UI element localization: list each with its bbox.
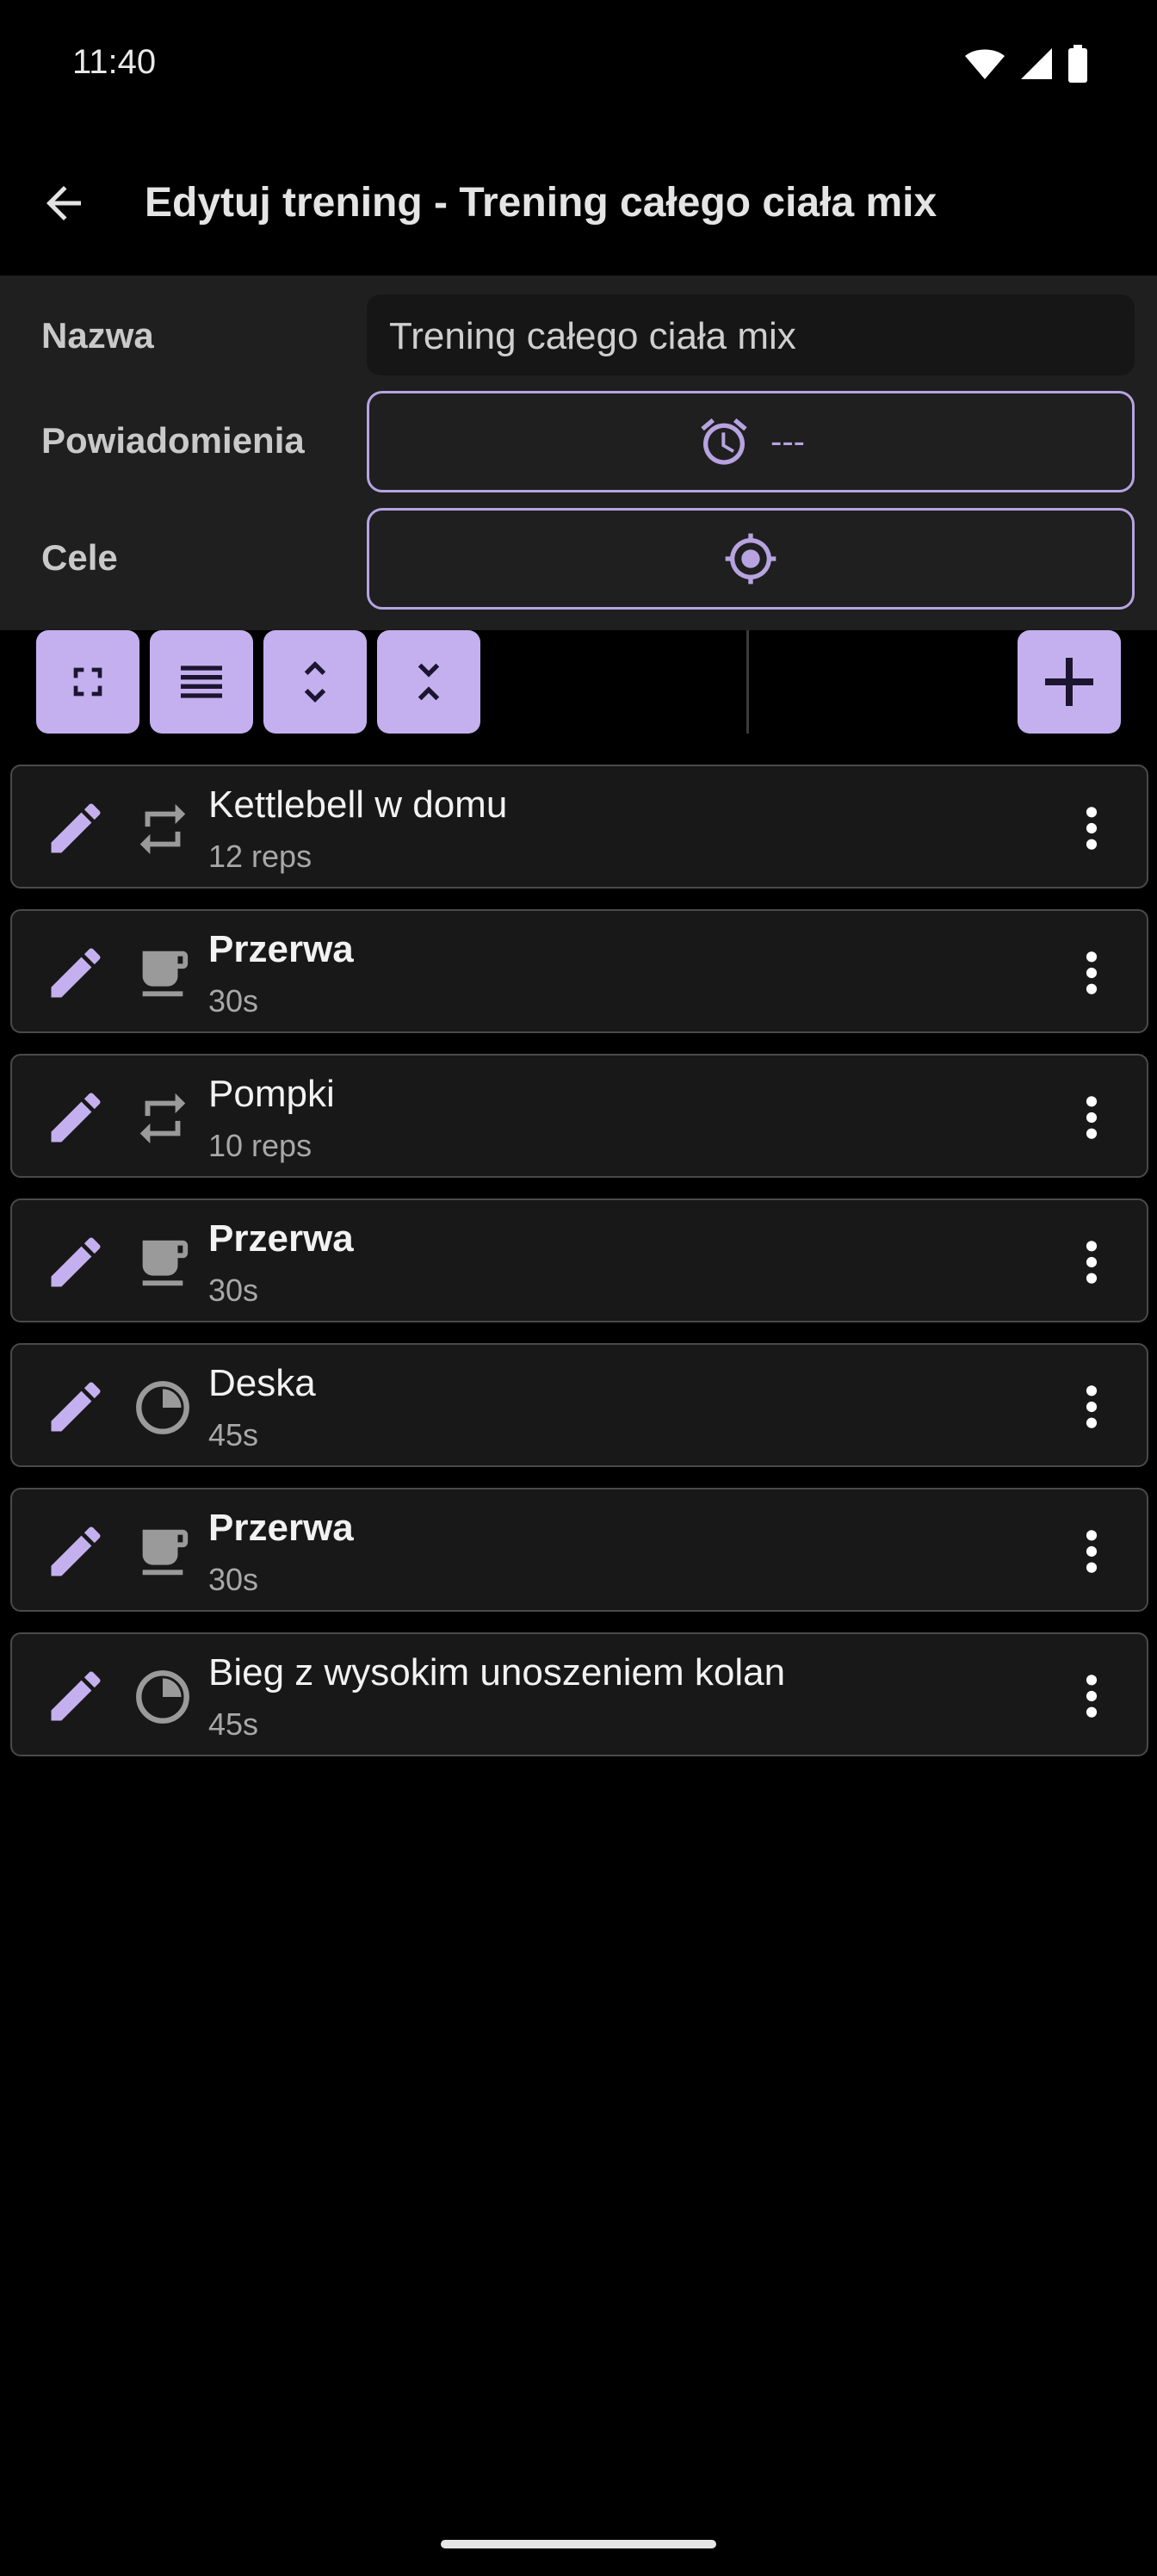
expand-icon xyxy=(304,661,326,703)
exercise-list: Kettlebell w domu 12 reps Przerwa 30s Po… xyxy=(10,765,1148,1777)
more-vert-icon xyxy=(1086,1241,1098,1284)
more-vert-icon xyxy=(1086,1385,1098,1428)
notifications-value: --- xyxy=(770,422,805,461)
exercise-detail: 30s xyxy=(208,983,259,1019)
exercise-detail: 45s xyxy=(208,1417,259,1452)
more-options-button[interactable] xyxy=(1066,1379,1117,1434)
name-field[interactable]: Trening całego ciała mix xyxy=(367,294,1135,375)
coffee-cup-icon xyxy=(142,1240,189,1286)
app-bar: Edytuj trening - Trening całego ciała mi… xyxy=(0,129,1157,276)
signal-icon xyxy=(1021,48,1052,79)
exercise-detail: 30s xyxy=(208,1273,259,1308)
fullscreen-button[interactable] xyxy=(36,630,139,734)
status-icons xyxy=(964,45,1088,83)
more-vert-icon xyxy=(1086,1530,1098,1573)
exercise-name: Bieg z wysokim unoszeniem kolan xyxy=(208,1651,786,1694)
goals-label: Cele xyxy=(41,537,118,578)
collapse-icon xyxy=(418,663,440,701)
exercise-name: Kettlebell w domu xyxy=(208,783,508,826)
list-item[interactable]: Deska 45s xyxy=(10,1343,1148,1467)
add-exercise-button[interactable] xyxy=(1018,630,1121,734)
coffee-cup-icon xyxy=(142,951,189,997)
list-item[interactable]: Bieg z wysokim unoszeniem kolan 45s xyxy=(10,1632,1148,1756)
name-label: Nazwa xyxy=(41,315,154,356)
fullscreen-icon xyxy=(73,667,102,697)
status-time: 11:40 xyxy=(72,43,157,81)
list-view-button[interactable] xyxy=(150,630,253,734)
more-vert-icon xyxy=(1086,1096,1098,1139)
edit-icon[interactable] xyxy=(43,1519,108,1584)
list-item[interactable]: Przerwa 30s xyxy=(10,909,1148,1033)
battery-icon xyxy=(1068,45,1087,83)
page-title: Edytuj trening - Trening całego ciała mi… xyxy=(145,180,937,226)
more-options-button[interactable] xyxy=(1066,1235,1117,1290)
notifications-button[interactable]: --- xyxy=(367,391,1135,492)
back-button[interactable] xyxy=(31,170,96,236)
list-item[interactable]: Przerwa 30s xyxy=(10,1198,1148,1322)
notifications-label: Powiadomienia xyxy=(41,420,305,461)
repeat-icon xyxy=(139,1093,186,1144)
exercise-name: Przerwa xyxy=(208,928,354,970)
more-options-button[interactable] xyxy=(1066,1524,1117,1579)
exercise-detail: 10 reps xyxy=(208,1128,312,1163)
wifi-icon xyxy=(965,49,1005,79)
alarm-clock-icon xyxy=(701,418,747,465)
add-icon xyxy=(1045,658,1093,706)
timer-icon xyxy=(136,1670,189,1724)
more-vert-icon xyxy=(1086,807,1098,850)
edit-icon[interactable] xyxy=(43,1374,108,1440)
more-options-button[interactable] xyxy=(1066,1669,1117,1724)
list-icon xyxy=(181,666,222,698)
coffee-cup-icon xyxy=(142,1529,189,1576)
toolbar-divider xyxy=(746,630,749,734)
goals-button[interactable] xyxy=(367,508,1135,610)
edit-icon[interactable] xyxy=(43,1085,108,1150)
home-indicator[interactable] xyxy=(441,2540,716,2548)
exercise-name: Pompki xyxy=(208,1073,335,1115)
expand-all-button[interactable] xyxy=(263,630,367,734)
edit-icon[interactable] xyxy=(43,1663,108,1729)
exercise-name: Przerwa xyxy=(208,1507,354,1549)
more-vert-icon xyxy=(1086,951,1098,994)
edit-icon[interactable] xyxy=(43,796,108,861)
exercise-detail: 12 reps xyxy=(208,839,312,874)
more-options-button[interactable] xyxy=(1066,801,1117,856)
arrow-back-icon xyxy=(46,186,81,220)
list-toolbar xyxy=(0,630,1157,734)
crosshair-icon xyxy=(725,533,776,585)
repeat-icon xyxy=(139,803,186,855)
edit-icon[interactable] xyxy=(43,1229,108,1295)
exercise-name: Przerwa xyxy=(208,1217,354,1260)
exercise-detail: 45s xyxy=(208,1706,259,1742)
name-field-value: Trening całego ciała mix xyxy=(389,315,796,357)
exercise-detail: 30s xyxy=(208,1562,259,1597)
more-options-button[interactable] xyxy=(1066,945,1117,1000)
list-item[interactable]: Kettlebell w domu 12 reps xyxy=(10,765,1148,889)
list-item[interactable]: Przerwa 30s xyxy=(10,1488,1148,1612)
status-bar: 11:40 xyxy=(0,0,1157,129)
workout-form: Nazwa Trening całego ciała mix Powiadomi… xyxy=(0,276,1157,630)
collapse-all-button[interactable] xyxy=(377,630,480,734)
more-options-button[interactable] xyxy=(1066,1090,1117,1145)
exercise-name: Deska xyxy=(208,1362,316,1404)
edit-icon[interactable] xyxy=(43,940,108,1006)
timer-icon xyxy=(136,1381,189,1434)
more-vert-icon xyxy=(1086,1675,1098,1718)
list-item[interactable]: Pompki 10 reps xyxy=(10,1054,1148,1178)
